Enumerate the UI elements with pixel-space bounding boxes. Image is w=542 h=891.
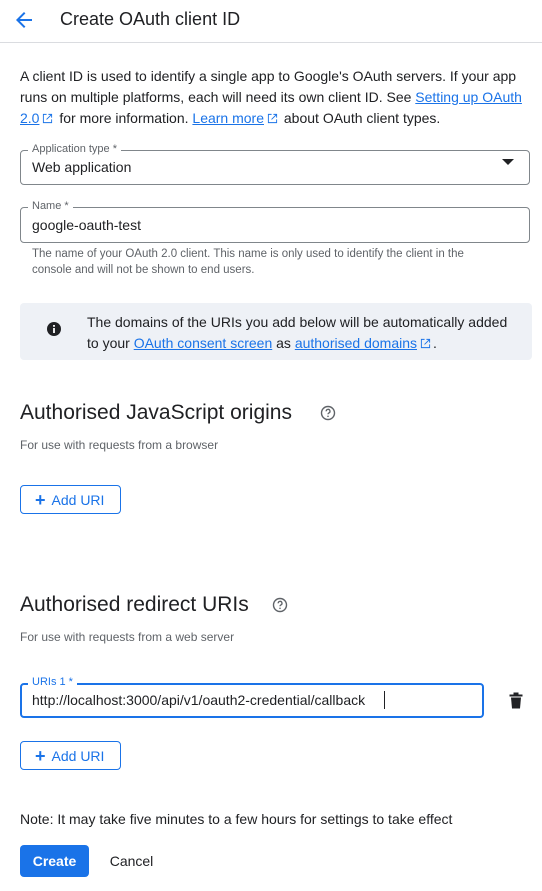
add-js-origin-uri-button[interactable]: + Add URI (20, 485, 121, 514)
help-icon[interactable] (272, 597, 288, 613)
banner-text: The domains of the URIs you add below wi… (87, 312, 517, 354)
name-value: google-oauth-test (32, 217, 141, 233)
js-origins-subtitle: For use with requests from a browser (20, 438, 219, 452)
add-uri-label: Add URI (51, 491, 105, 508)
create-button[interactable]: Create (20, 845, 89, 877)
plus-icon: + (35, 489, 46, 510)
page-title: Create OAuth client ID (60, 9, 241, 29)
authorised-domains-link[interactable]: authorised domains (295, 335, 417, 351)
redirect-uris-subtitle: For use with requests from a web server (20, 630, 235, 644)
external-link-icon (420, 338, 431, 349)
external-link-icon (43, 113, 53, 124)
add-uri-label: Add URI (51, 747, 105, 764)
application-type-value: Web application (32, 159, 132, 175)
redirect-uri-value: http://localhost:3000/api/v1/oauth2-cred… (32, 692, 366, 708)
banner-text-part: as (272, 335, 295, 351)
name-label: Name * (28, 200, 73, 213)
learn-more-link[interactable]: Learn more (192, 110, 264, 126)
redirect-uris-title: Authorised redirect URIs (20, 593, 249, 616)
js-origins-title: Authorised JavaScript origins (20, 401, 292, 424)
application-type-label: Application type * (28, 143, 121, 156)
intro-text-part: for more information. (55, 110, 193, 126)
intro-text: A client ID is used to identify a single… (20, 66, 525, 129)
plus-icon: + (35, 745, 46, 766)
intro-text-part: about OAuth client types. (280, 110, 441, 126)
dropdown-arrow-icon[interactable] (502, 159, 514, 165)
text-cursor (384, 691, 385, 709)
add-redirect-uri-button[interactable]: + Add URI (20, 741, 121, 770)
oauth-consent-screen-link[interactable]: OAuth consent screen (134, 335, 273, 351)
help-icon[interactable] (320, 405, 336, 421)
arrow-back-icon[interactable] (12, 8, 36, 32)
banner-text-part: . (433, 335, 437, 351)
cancel-button[interactable]: Cancel (98, 845, 165, 877)
redirect-uri-label: URIs 1 * (28, 676, 77, 689)
external-link-icon (267, 113, 278, 124)
settings-note: Note: It may take five minutes to a few … (20, 811, 453, 827)
info-icon (47, 322, 61, 336)
delete-icon[interactable] (508, 692, 524, 709)
name-helper-text: The name of your OAuth 2.0 client. This … (32, 248, 464, 276)
